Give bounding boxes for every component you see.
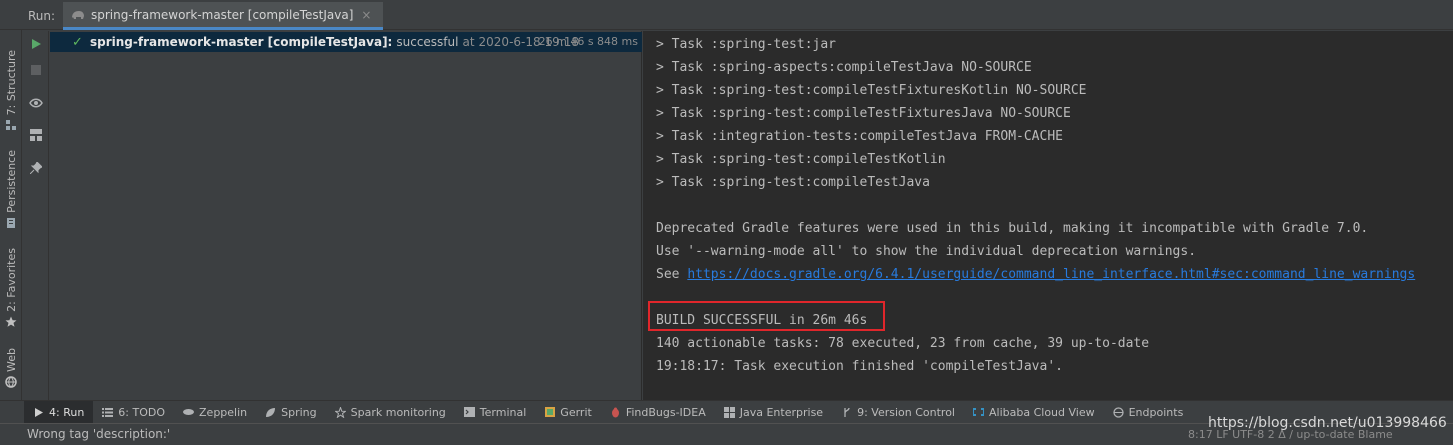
tab-todo-label: 6: TODO [118, 405, 166, 419]
console-line: Use '--warning-mode all' to show the ind… [656, 244, 1197, 259]
tab-terminal-label: Terminal [479, 405, 527, 419]
globe-icon [5, 376, 17, 388]
tab-todo[interactable]: 6: TODO [93, 401, 174, 424]
tab-findbugs-label: FindBugs-IDEA [625, 405, 706, 419]
run-tab[interactable]: spring-framework-master [compileTestJava… [63, 2, 384, 30]
play-icon [32, 39, 41, 49]
stop-button[interactable] [28, 62, 44, 78]
tab-endpoints-label: Endpoints [1128, 405, 1184, 419]
version-control-icon [841, 407, 852, 418]
tree-row[interactable]: ✓ spring-framework-master [compileTestJa… [50, 32, 642, 52]
toggle-view-button[interactable] [28, 95, 44, 111]
stop-icon [31, 65, 41, 75]
tab-gerrit[interactable]: Gerrit [535, 401, 601, 424]
persistence-icon [7, 217, 15, 228]
tab-favorites[interactable]: 2: Favorites [0, 248, 22, 328]
run-icon [33, 407, 44, 418]
terminal-icon [463, 407, 475, 418]
console-line-see: See https://docs.gradle.org/6.4.1/usergu… [656, 267, 1415, 283]
docs-link[interactable]: https://docs.gradle.org/6.4.1/userguide/… [687, 267, 1415, 282]
left-tool-stripe: 7: Structure Persistence 2: Favorites We… [0, 30, 22, 400]
tab-alibaba-cloud-view-label: Alibaba Cloud View [989, 405, 1095, 419]
tab-spring[interactable]: Spring [256, 401, 326, 424]
tab-version-control[interactable]: 9: Version Control [832, 401, 964, 424]
spring-icon [265, 407, 276, 418]
tab-endpoints[interactable]: Endpoints [1104, 401, 1193, 424]
endpoints-icon [1112, 406, 1124, 418]
tab-structure-label: 7: Structure [4, 50, 18, 116]
tab-findbugs[interactable]: FindBugs-IDEA [601, 401, 715, 424]
tab-web-label: Web [4, 348, 18, 372]
close-icon[interactable]: × [361, 8, 371, 22]
todo-icon [102, 407, 114, 418]
tab-spring-label: Spring [281, 405, 317, 419]
console-see-prefix: See [656, 267, 688, 282]
tab-java-enterprise[interactable]: Java Enterprise [715, 401, 832, 424]
console-line: 19:18:17: Task execution finished 'compi… [656, 359, 1063, 374]
run-toolbar [23, 31, 49, 400]
alibaba-cloud-icon [973, 407, 984, 418]
tab-terminal[interactable]: Terminal [455, 401, 536, 424]
spark-icon [334, 406, 346, 418]
tree-at-label: at [462, 35, 475, 49]
gradle-elephant-icon [72, 10, 84, 19]
tab-run-label: 4: Run [49, 405, 85, 419]
tab-version-control-label: 9: Version Control [857, 405, 955, 419]
zeppelin-icon [183, 407, 195, 418]
console-line: > Task :spring-aspects:compileTestJava N… [656, 60, 1032, 75]
console-line: Deprecated Gradle features were used in … [656, 221, 1369, 236]
pin-button[interactable] [28, 160, 44, 176]
tab-favorites-label: 2: Favorites [4, 248, 18, 312]
tab-gerrit-label: Gerrit [560, 405, 592, 419]
gerrit-icon [544, 407, 555, 418]
run-tab-title: spring-framework-master [compileTestJava… [91, 7, 354, 22]
layout-button[interactable] [28, 127, 44, 143]
console-line: > Task :spring-test:compileTestFixturesK… [656, 83, 1087, 98]
console-line: 140 actionable tasks: 78 executed, 23 fr… [656, 336, 1150, 351]
console-line: > Task :spring-test:compileTestJava [656, 175, 930, 190]
console-output[interactable]: > Task :spring-test:jar > Task :spring-a… [643, 31, 1453, 400]
tab-web[interactable]: Web [0, 348, 22, 388]
tab-run[interactable]: 4: Run [24, 400, 94, 424]
tab-spark-monitoring-label: Spark monitoring [350, 405, 446, 419]
tab-zeppelin-label: Zeppelin [199, 405, 248, 419]
star-icon [5, 316, 17, 327]
tab-structure[interactable]: 7: Structure [0, 50, 22, 131]
console-line: > Task :spring-test:jar [656, 37, 837, 52]
pin-icon [30, 162, 42, 174]
tab-java-enterprise-label: Java Enterprise [739, 405, 824, 419]
tab-alibaba-cloud-view[interactable]: Alibaba Cloud View [964, 401, 1104, 424]
tab-spark-monitoring[interactable]: Spark monitoring [326, 401, 455, 424]
rerun-button[interactable] [28, 36, 44, 52]
tree-task-status: successful [396, 35, 459, 49]
checkmark-icon: ✓ [72, 34, 83, 50]
console-line: > Task :spring-test:compileTestKotlin [656, 152, 946, 167]
bug-icon [610, 407, 621, 418]
run-header: Run: spring-framework-master [compileTes… [0, 0, 1453, 30]
java-enterprise-icon [723, 406, 735, 418]
tab-persistence-label: Persistence [4, 150, 18, 213]
tree-duration: 26 m 46 s 848 ms [538, 35, 638, 48]
run-label: Run: [28, 9, 56, 23]
console-line: > Task :spring-test:compileTestFixturesJ… [656, 106, 1071, 121]
build-successful-line: BUILD SUCCESSFUL in 26m 46s [656, 313, 868, 328]
status-message[interactable]: Wrong tag 'description:' [27, 427, 170, 441]
structure-icon [6, 120, 16, 131]
watermark: https://blog.csdn.net/u013998466 [1208, 415, 1447, 431]
build-tree-panel: ✓ spring-framework-master [compileTestJa… [50, 31, 642, 400]
tree-task-name: spring-framework-master [compileTestJava… [90, 35, 393, 49]
tab-zeppelin[interactable]: Zeppelin [174, 401, 256, 424]
console-line: > Task :integration-tests:compileTestJav… [656, 129, 1063, 144]
eye-icon [29, 98, 43, 108]
layout-icon [30, 129, 42, 141]
tab-persistence[interactable]: Persistence [0, 150, 22, 229]
